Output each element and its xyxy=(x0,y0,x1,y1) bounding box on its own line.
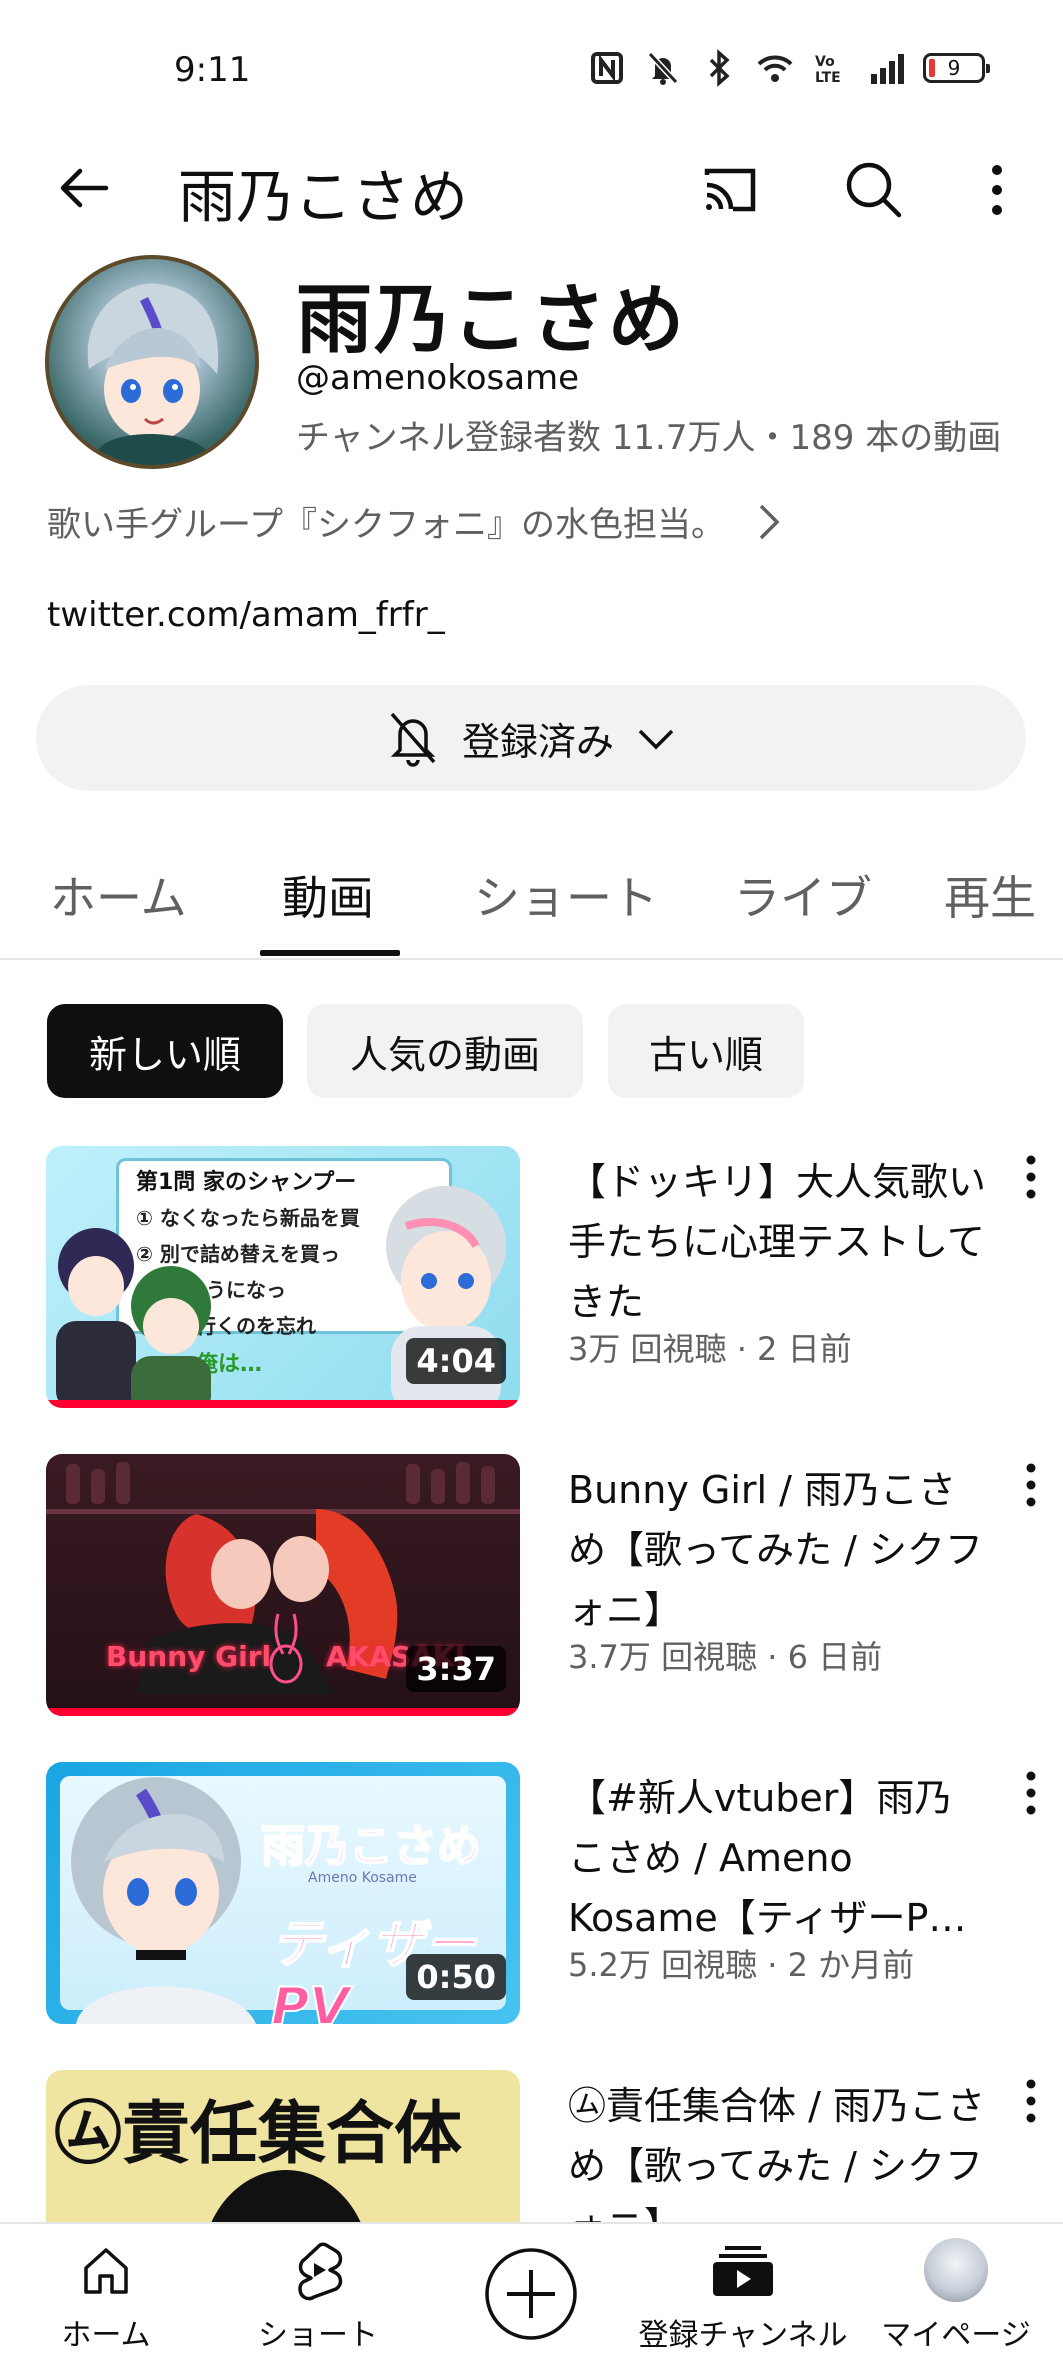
tab-shorts[interactable]: ショート xyxy=(474,862,658,928)
signal-icon xyxy=(871,54,904,84)
status-time: 9:11 xyxy=(174,50,251,90)
bunny-neon-icon xyxy=(269,1613,303,1684)
video-title[interactable]: ㋰責任集合体 / 雨乃こさめ【歌ってみた / シクフォニ】 xyxy=(568,2076,988,2228)
battery-icon: 9 xyxy=(923,53,990,83)
nav-shorts-label: ショート xyxy=(258,2318,378,2353)
subscriptions-icon xyxy=(713,2246,773,2296)
channel-link[interactable]: twitter.com/amam_frfr_ xyxy=(47,595,445,635)
back-arrow-icon xyxy=(60,168,109,208)
bottom-navigation: ホーム ショート 登録チャンネル マイページ xyxy=(0,2222,1063,2366)
video-meta: 5.2万 回視聴 · 2 か月前 xyxy=(568,1946,915,1984)
shorts-icon xyxy=(298,2242,343,2301)
chip-newest[interactable]: 新しい順 xyxy=(47,1004,283,1098)
channel-stats: チャンネル登録者数 11.7万人・189 本の動画 xyxy=(296,418,1002,458)
svg-text:LTE: LTE xyxy=(815,70,841,86)
tab-playlists[interactable]: 再生 xyxy=(944,862,1034,928)
channel-tabs: ホーム 動画 ショート ライブ 再生 xyxy=(0,840,1063,960)
nfc-icon xyxy=(591,52,623,84)
nav-create[interactable] xyxy=(431,2224,631,2366)
back-button[interactable] xyxy=(48,152,120,224)
nav-home[interactable]: ホーム xyxy=(6,2224,206,2366)
active-tab-indicator xyxy=(260,950,400,956)
channel-avatar[interactable] xyxy=(45,255,259,469)
tab-videos[interactable]: 動画 xyxy=(282,862,374,928)
search-icon xyxy=(846,162,902,218)
chip-oldest[interactable]: 古い順 xyxy=(608,1004,804,1098)
page-title: 雨乃こさめ xyxy=(178,163,469,231)
video-duration: 4:04 xyxy=(406,1338,506,1384)
video-item[interactable]: 雨乃こさめ Ameno Kosame ティザーPV 0:50 【#新人vtube… xyxy=(46,1762,1046,2024)
bluetooth-icon xyxy=(709,49,730,87)
video-thumbnail[interactable]: Bunny Girl AKASAKI 3:37 xyxy=(46,1454,520,1716)
thumb-song-title: Bunny Girl xyxy=(106,1640,272,1673)
nav-shorts[interactable]: ショート xyxy=(218,2224,418,2366)
status-icons: Vo LTE 9 xyxy=(587,48,990,88)
thumb-logo-sub: Ameno Kosame xyxy=(308,1870,417,1886)
video-more-icon[interactable] xyxy=(1016,2076,1046,2126)
video-duration: 3:37 xyxy=(406,1646,506,1692)
watch-progress xyxy=(46,1400,520,1408)
video-title[interactable]: 【#新人vtuber】雨乃こさめ / Ameno Kosame【ティザーP… xyxy=(568,1768,988,1948)
more-options-button[interactable] xyxy=(972,150,1022,230)
video-item[interactable]: 第1問 家のシャンプー ① なくなったら新品を買 ② 別で詰め替えを買っ なりそ… xyxy=(46,1146,1046,1408)
video-more-icon[interactable] xyxy=(1016,1152,1046,1202)
tab-home[interactable]: ホーム xyxy=(50,862,187,928)
watch-progress xyxy=(46,1708,520,1716)
nav-my-page-label: マイページ xyxy=(881,2318,1031,2353)
nav-subscriptions-label: 登録チャンネル xyxy=(638,2318,848,2353)
video-meta: 3.7万 回視聴 · 6 日前 xyxy=(568,1638,883,1676)
nav-home-label: ホーム xyxy=(61,2318,151,2353)
avatar-icon xyxy=(924,2238,988,2302)
video-thumbnail[interactable]: 第1問 家のシャンプー ① なくなったら新品を買 ② 別で詰め替えを買っ なりそ… xyxy=(46,1146,520,1408)
bell-muted-icon xyxy=(647,51,679,85)
subscribed-button[interactable]: 登録済み xyxy=(36,685,1026,791)
search-button[interactable] xyxy=(832,148,916,232)
tab-live[interactable]: ライブ xyxy=(734,862,872,928)
description-text: 歌い手グループ『シクフォニ』の水色担当。 xyxy=(47,505,725,545)
chevron-right-icon xyxy=(759,504,780,539)
channel-description[interactable]: 歌い手グループ『シクフォニ』の水色担当。 xyxy=(47,497,783,546)
video-title[interactable]: 【ドッキリ】大人気歌い手たちに心理テストしてきた xyxy=(568,1152,988,1332)
battery-level: 9 xyxy=(947,56,961,80)
wifi-icon xyxy=(757,55,793,82)
subscribed-label: 登録済み xyxy=(461,719,614,764)
video-more-icon[interactable] xyxy=(1016,1460,1046,1510)
cast-button[interactable] xyxy=(690,150,770,230)
volte-icon: VoLTE xyxy=(815,54,841,86)
chevron-down-icon xyxy=(638,729,674,750)
create-plus-icon xyxy=(485,2248,577,2340)
video-thumbnail[interactable]: 雨乃こさめ Ameno Kosame ティザーPV 0:50 xyxy=(46,1762,520,2024)
bell-off-icon xyxy=(390,712,436,767)
nav-my-page[interactable]: マイページ xyxy=(856,2224,1056,2366)
channel-handle: @amenokosame xyxy=(296,358,580,398)
video-title[interactable]: Bunny Girl / 雨乃こさめ【歌ってみた / シクフォニ】 xyxy=(568,1460,988,1640)
video-duration: 0:50 xyxy=(406,1954,506,2000)
more-vert-icon xyxy=(992,165,1002,215)
svg-text:Vo: Vo xyxy=(815,54,835,70)
avatar-illustration xyxy=(87,283,219,465)
home-icon xyxy=(84,2248,128,2294)
video-more-icon[interactable] xyxy=(1016,1768,1046,1818)
nav-subscriptions[interactable]: 登録チャンネル xyxy=(638,2224,848,2366)
thumb-title-text: ㋰責任集合体 xyxy=(54,2094,463,2174)
cast-icon xyxy=(704,168,756,212)
chip-popular[interactable]: 人気の動画 xyxy=(307,1004,583,1098)
thumb-logo-text: 雨乃こさめ xyxy=(260,1820,482,1873)
video-item[interactable]: Bunny Girl AKASAKI 3:37 Bunny Girl / 雨乃こ… xyxy=(46,1454,1046,1716)
video-meta: 3万 回視聴 · 2 日前 xyxy=(568,1330,852,1368)
channel-name: 雨乃こさめ xyxy=(296,275,686,364)
